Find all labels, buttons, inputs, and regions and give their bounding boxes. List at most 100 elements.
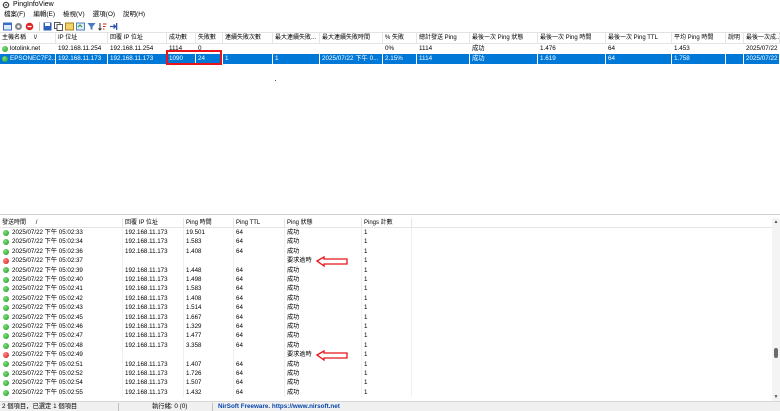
- cell-send-time: 2025/07/22 下午 05:02:49: [10, 350, 123, 360]
- menu-edit[interactable]: 編輯(E): [29, 10, 59, 20]
- menu-options[interactable]: 選項(O): [89, 10, 119, 20]
- vertical-scrollbar[interactable]: ▲ ▼: [772, 218, 780, 401]
- cell-send-time: 2025/07/22 下午 05:02:54: [10, 378, 123, 388]
- col-success-count[interactable]: 成功數: [167, 33, 196, 44]
- cell-last-ping-time: 1.476: [540, 45, 556, 52]
- sort-icon[interactable]: [98, 22, 107, 31]
- stop-icon[interactable]: [25, 22, 34, 31]
- col-ping-time[interactable]: Ping 時間: [184, 218, 234, 228]
- options-icon[interactable]: [14, 22, 23, 31]
- cell-ping-time: 19.501: [184, 228, 234, 238]
- col-description[interactable]: 說明: [726, 33, 744, 44]
- cell-ping-time: 1.726: [184, 369, 234, 379]
- history-row[interactable]: 2025/07/22 下午 05:02:34 192.168.11.173 1.58…: [0, 237, 772, 247]
- cell-pings-count: 1: [362, 322, 412, 332]
- history-row[interactable]: 2025/07/22 下午 05:02:54 192.168.11.173 1.50…: [0, 378, 772, 388]
- cell-ping-status: 成功: [285, 293, 362, 304]
- menu-view[interactable]: 檢視(V): [59, 10, 89, 20]
- history-row[interactable]: 2025/07/22 下午 05:02:33 192.168.11.173 19.5…: [0, 228, 772, 238]
- cell-ping-status: 成功: [285, 265, 362, 275]
- col-last-ping-time[interactable]: 最後一次 Ping 時間: [538, 33, 606, 44]
- pane-splitter[interactable]: [0, 214, 780, 215]
- cell-ping-status: 成功: [285, 359, 362, 369]
- cell-ping-status: 成功: [285, 237, 362, 247]
- col-ping-ttl[interactable]: Ping TTL: [234, 218, 285, 228]
- col-host-name[interactable]: 主機名稱 \/: [0, 33, 56, 44]
- history-row[interactable]: 2025/07/22 下午 05:02:51 192.168.11.173 1.40…: [0, 359, 772, 369]
- cell-ping-time: 3.358: [184, 340, 234, 351]
- history-row[interactable]: 2025/07/22 下午 05:02:43 192.168.11.173 1.51…: [0, 303, 772, 313]
- col-avg-ping-time[interactable]: 平均 Ping 時間: [672, 33, 726, 44]
- col-ip-address[interactable]: IP 位址: [56, 33, 108, 44]
- col-send-time[interactable]: 發送時間 /: [0, 218, 123, 228]
- ping-hosts-header: 主機名稱 \/ IP 位址 回覆 IP 位址 成功數 失敗數 連續失敗次數 最大…: [0, 33, 780, 44]
- refresh-icon[interactable]: [76, 22, 85, 31]
- status-ok-icon: [3, 380, 9, 387]
- col-last-ping-ttl[interactable]: 最後一次 Ping TTL: [606, 33, 672, 44]
- cell-ping-ttl: 64: [234, 275, 285, 285]
- cell-ping-time: 1.583: [184, 237, 234, 247]
- history-row[interactable]: 2025/07/22 下午 05:02:52 192.168.11.173 1.72…: [0, 369, 772, 379]
- history-row[interactable]: 2025/07/22 下午 05:02:49 要求逾時 1: [0, 350, 772, 360]
- properties-icon[interactable]: [65, 22, 74, 31]
- cell-pings-count: 1: [362, 265, 412, 275]
- cell-pings-count: 1: [362, 275, 412, 285]
- filter-icon[interactable]: [87, 22, 96, 31]
- history-row[interactable]: 2025/07/22 下午 05:02:36 192.168.11.173 1.40…: [0, 246, 772, 257]
- history-row[interactable]: 2025/07/22 下午 05:02:39 192.168.11.173 1.44…: [0, 265, 772, 275]
- menu-help[interactable]: 說明(H): [119, 10, 149, 20]
- cell-pings-count: 1: [362, 237, 412, 247]
- col-max-consecutive-fails[interactable]: 最大連續失敗...: [273, 33, 320, 44]
- history-row[interactable]: 2025/07/22 下午 05:02:55 192.168.11.173 1.43…: [0, 387, 772, 398]
- col-pings-count[interactable]: Pings 計數: [362, 218, 412, 228]
- col-fail-percent[interactable]: % 失敗: [383, 33, 417, 44]
- col-last-ping-status[interactable]: 最後一次 Ping 狀態: [470, 33, 538, 44]
- history-row[interactable]: 2025/07/22 下午 05:02:45 192.168.11.173 1.66…: [0, 312, 772, 322]
- history-row[interactable]: 2025/07/22 下午 05:02:41 192.168.11.173 1.58…: [0, 284, 772, 294]
- cell-reply-ip: 192.168.11.173: [123, 340, 184, 351]
- cell-ping-time: 1.507: [184, 378, 234, 388]
- col-last-success[interactable]: 最後一次成...: [744, 33, 780, 44]
- save-icon[interactable]: [43, 22, 52, 31]
- col-reply-ip[interactable]: 回覆 IP 位址: [108, 33, 167, 44]
- history-row[interactable]: 2025/07/22 下午 05:02:47 192.168.11.173 1.47…: [0, 331, 772, 341]
- history-row[interactable]: 2025/07/22 下午 05:02:46 192.168.11.173 1.32…: [0, 322, 772, 332]
- col-ping-status[interactable]: Ping 狀態: [285, 218, 362, 228]
- cell-ping-ttl: 64: [234, 322, 285, 332]
- threads-status: 執行緒: 0 (0): [152, 403, 188, 410]
- cell-host-name: EPSONEC7F2...: [10, 54, 56, 64]
- cell-reply-ip: 192.168.11.173: [123, 369, 184, 379]
- scroll-up-icon[interactable]: ▲: [773, 219, 779, 225]
- scroll-thumb[interactable]: [774, 348, 778, 358]
- status-ok-icon: [3, 370, 9, 377]
- history-row[interactable]: 2025/07/22 下午 05:02:40 192.168.11.173 1.49…: [0, 275, 772, 285]
- cell-send-time: 2025/07/22 下午 05:02:33: [10, 228, 123, 238]
- cell-ping-status: 成功: [285, 275, 362, 285]
- cell-reply-ip: 192.168.11.173: [123, 246, 184, 257]
- host-row-selected[interactable]: EPSONEC7F2... 192.168.11.173 192.168.11.…: [0, 54, 780, 64]
- cell-pings-count: 1: [362, 284, 412, 294]
- menu-file[interactable]: 檔案(F): [0, 10, 29, 20]
- history-row[interactable]: 2025/07/22 下午 05:02:48 192.168.11.173 3.35…: [0, 340, 772, 351]
- cell-ping-ttl: 64: [234, 359, 285, 369]
- cell-send-time: 2025/07/22 下午 05:02:37: [10, 256, 123, 266]
- scroll-down-icon[interactable]: ▼: [773, 394, 779, 400]
- cell-reply-ip: 192.168.11.173: [108, 54, 167, 64]
- col-consecutive-fails[interactable]: 連續失敗次數: [223, 33, 273, 44]
- exit-icon[interactable]: [109, 22, 118, 31]
- history-row[interactable]: 2025/07/22 下午 05:02:42 192.168.11.173 1.40…: [0, 293, 772, 304]
- col-fail-count[interactable]: 失敗數: [196, 33, 223, 44]
- col-reply-ip[interactable]: 回覆 IP 位址: [123, 218, 184, 228]
- cell-reply-ip: 192.168.11.173: [123, 275, 184, 285]
- new-icon[interactable]: [3, 22, 12, 31]
- cell-ip-address: 192.168.11.254: [58, 45, 102, 52]
- nirsoft-link[interactable]: NirSoft Freeware. https://www.nirsoft.ne…: [218, 402, 340, 411]
- cell-ping-ttl: 64: [234, 387, 285, 398]
- history-row[interactable]: 2025/07/22 下午 05:02:37 要求逾時 1: [0, 256, 772, 266]
- host-row[interactable]: lotolink.net 192.168.11.254 192.168.11.2…: [0, 44, 780, 54]
- copy-icon[interactable]: [54, 21, 63, 31]
- col-total-sent[interactable]: 總計發送 Ping: [417, 33, 470, 44]
- cell-pings-count: 1: [362, 369, 412, 379]
- status-ok-icon: [3, 304, 9, 311]
- col-max-consecutive-fail-time[interactable]: 最大連續失敗時間: [320, 33, 383, 44]
